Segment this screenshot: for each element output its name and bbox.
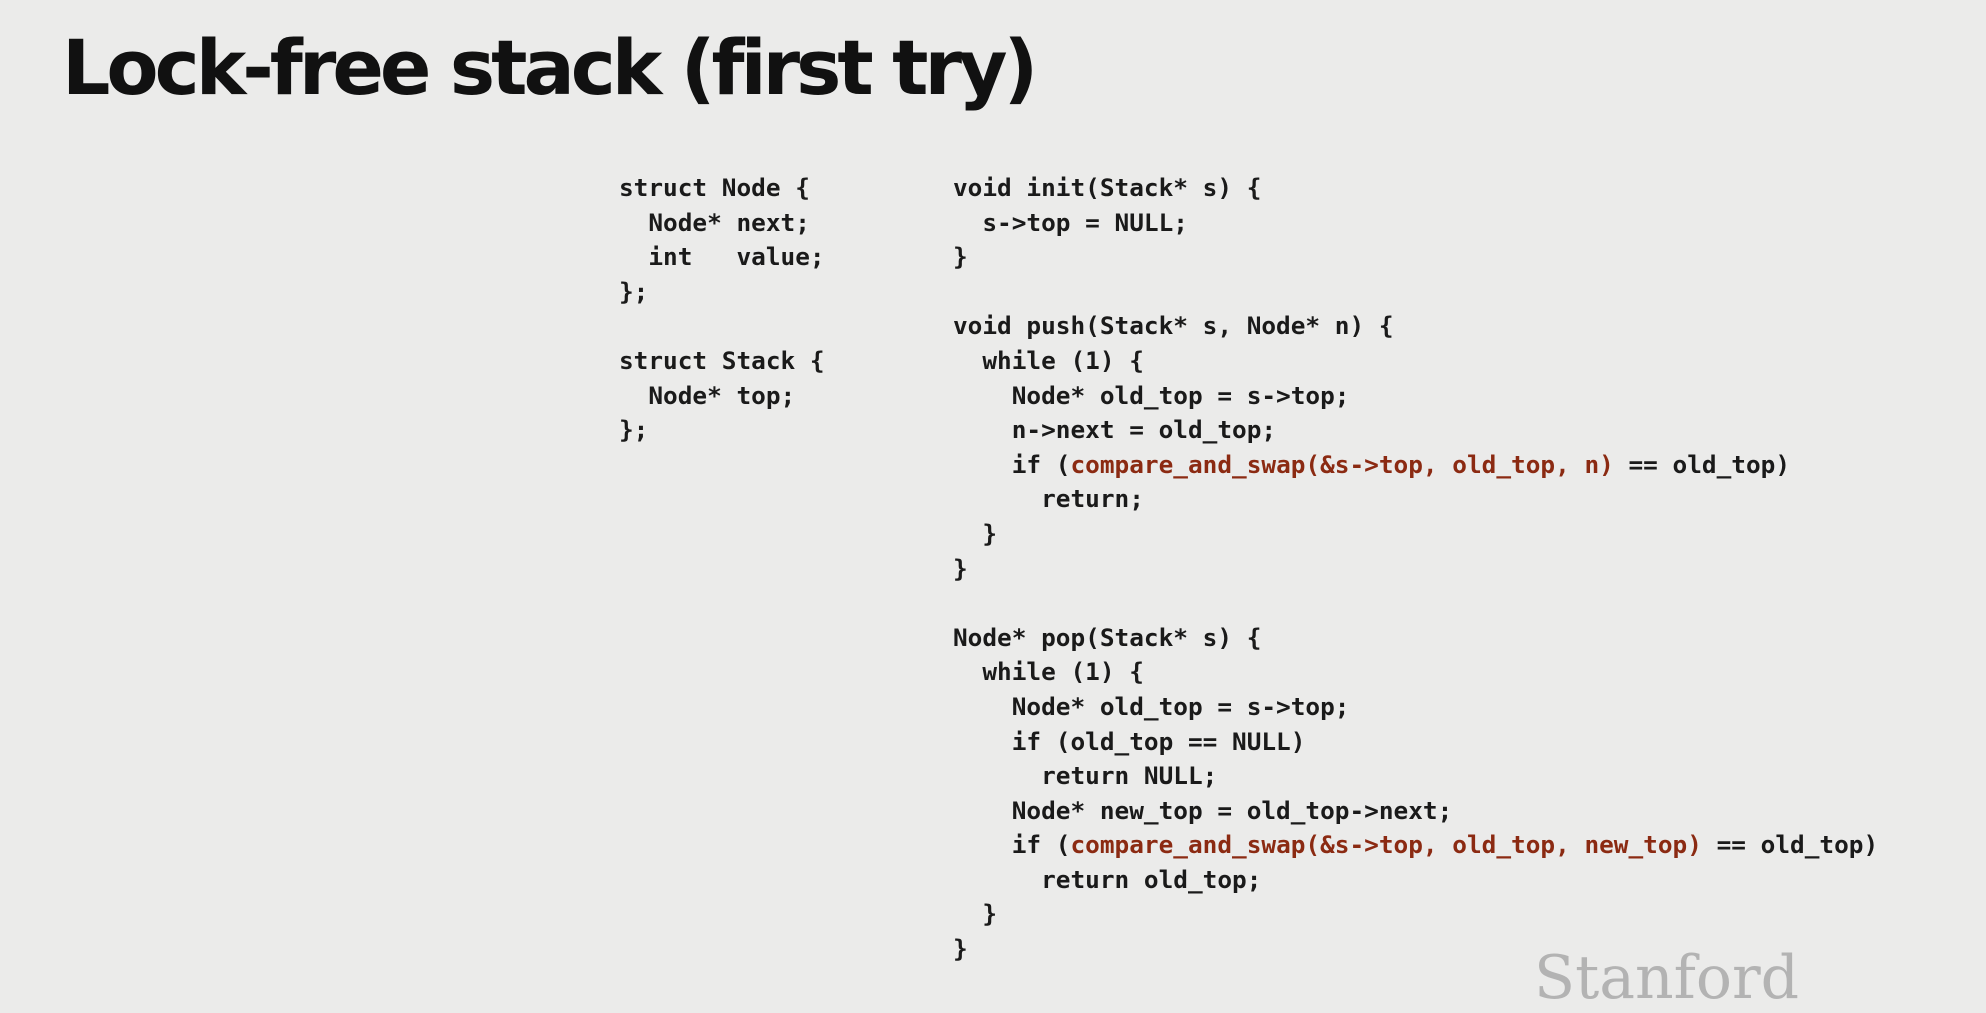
stack-functions-code: void init(Stack* s) { s->top = NULL;} voi… [953, 171, 1878, 967]
stanford-logo: Stanford [1534, 943, 1800, 1013]
compare-and-swap-call: compare_and_swap(&s->top, old_top, new_t… [1070, 830, 1702, 860]
code-line: Node* new_top = old_top->next; [953, 795, 1453, 825]
code-line: } [953, 899, 998, 929]
code-line: struct Stack { [619, 345, 825, 375]
code-line-push-cas: if (compare_and_swap(&s->top, old_top, n… [953, 449, 1791, 479]
compare-and-swap-call: compare_and_swap(&s->top, old_top, n) [1070, 449, 1614, 479]
code-line: return old_top; [953, 864, 1262, 894]
code-line: }; [619, 276, 649, 306]
slide: Lock-free stack (first try) struct Node … [0, 0, 1986, 1008]
code-line: Node* old_top = s->top; [953, 380, 1350, 410]
code-line: } [953, 242, 968, 272]
code-line: s->top = NULL; [953, 207, 1188, 237]
code-line: while (1) { [953, 657, 1144, 687]
code-line: void init(Stack* s) { [953, 173, 1262, 202]
slide-title: Lock-free stack (first try) [62, 23, 1038, 112]
code-line: void push(Stack* s, Node* n) { [953, 311, 1394, 341]
code-line: } [953, 518, 998, 548]
code-line: Node* old_top = s->top; [953, 691, 1350, 721]
code-line: return NULL; [953, 761, 1218, 791]
code-line: Node* pop(Stack* s) { [953, 622, 1262, 652]
code-line: return; [953, 484, 1144, 514]
code-line: } [953, 553, 968, 583]
code-line: n->next = old_top; [953, 415, 1277, 445]
code-line: }; [619, 415, 649, 445]
code-line: int value; [619, 242, 825, 272]
code-line: Node* top; [619, 380, 796, 410]
code-line: if (old_top == NULL) [953, 726, 1306, 756]
code-line-pop-cas: if (compare_and_swap(&s->top, old_top, n… [953, 830, 1879, 860]
code-line: Node* next; [619, 207, 810, 237]
code-line: struct Node { [619, 173, 810, 202]
code-line: while (1) { [953, 345, 1144, 375]
struct-definitions-code: struct Node { Node* next; int value;}; st… [619, 171, 825, 448]
